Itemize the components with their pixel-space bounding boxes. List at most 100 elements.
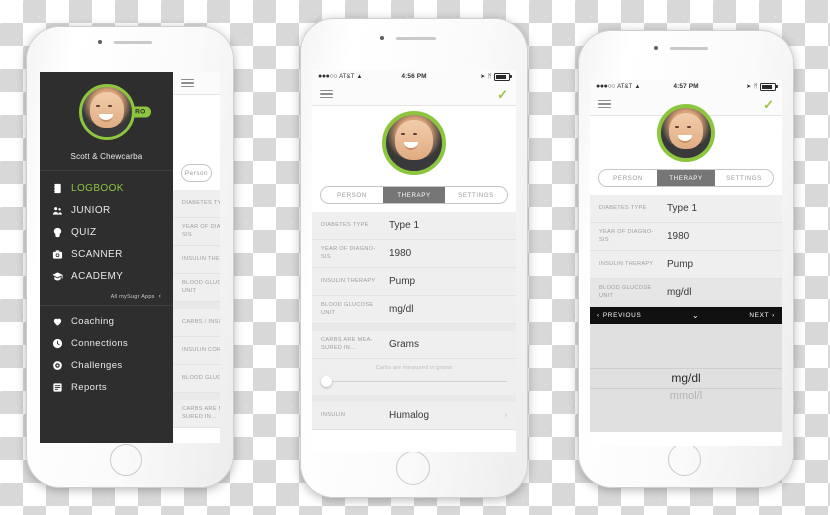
avatar-wrapper[interactable]: PRO — [657, 104, 734, 162]
avatar-face — [669, 113, 703, 149]
sidebar-item-challenges[interactable]: Challenges — [40, 354, 173, 376]
earpiece-speaker — [396, 37, 436, 40]
navigation-drawer: PRO Scott & Chewcarba LOGBOOK JUNIOR QUI… — [40, 72, 173, 443]
phone-1-navbar — [173, 72, 220, 95]
table-row[interactable]: INSULIN THERA — [173, 246, 220, 275]
row-label: YEAR OF DIAGNO-SIS — [182, 224, 220, 238]
sidebar-item-label: LOGBOOK — [71, 182, 124, 194]
table-row[interactable]: DIABETES TYPE Type 1 — [590, 195, 782, 223]
wifi-icon: ▲ — [356, 73, 363, 80]
row-label: BLOOD GLUCOSE UNIT — [599, 285, 652, 299]
sidebar-item-coaching[interactable]: Coaching — [40, 310, 173, 332]
carbs-slider[interactable] — [321, 376, 507, 388]
slider-hint-text: Carbs are measured in grams — [312, 359, 516, 375]
confirm-check-icon[interactable]: ✓ — [497, 88, 508, 101]
home-button[interactable] — [668, 443, 701, 476]
avatar-wrapper[interactable]: PRO — [78, 84, 151, 140]
avatar-wrapper[interactable]: PRO — [382, 110, 465, 175]
sidebar-item-quiz[interactable]: QUIZ — [40, 221, 173, 243]
chevron-down-icon[interactable]: ⌄ — [692, 311, 699, 320]
row-label: CARBS / INSULI — [182, 318, 220, 325]
row-label: DIABETES TYPE — [182, 199, 220, 206]
statusbar-left: ●●●○○ AT&T ▲ — [596, 83, 673, 90]
picker-option-selected[interactable]: mg/dl — [590, 371, 782, 385]
hamburger-icon[interactable] — [320, 89, 333, 99]
table-row[interactable]: INSULIN THERAPY Pump — [312, 268, 516, 297]
academy-icon — [52, 271, 63, 282]
clock-label: 4:56 PM — [401, 73, 427, 80]
row-value: Humalog — [389, 410, 430, 422]
phone-2-statusbar: ●●●○○ AT&T ▲ 4:56 PM ➤ ᛗ — [312, 70, 516, 83]
row-label: INSULIN THERAPY — [599, 260, 654, 267]
sidebar-item-label: SCANNER — [71, 248, 123, 260]
phone-3-statusbar: ●●●○○ AT&T ▲ 4:57 PM ➤ ᛗ — [590, 80, 782, 93]
table-row-carbs[interactable]: CARBS ARE MEA-SURED IN... Grams — [312, 331, 516, 360]
table-row[interactable]: BLOOD GLUCOSE UNIT mg/dl — [312, 296, 516, 325]
bluetooth-icon: ᛗ — [487, 73, 492, 80]
avatar[interactable] — [382, 110, 446, 175]
phone-device-2: ●●●○○ AT&T ▲ 4:56 PM ➤ ᛗ ✓ PRO PERSON TH… — [300, 18, 528, 498]
table-row[interactable]: CARBS / INSULI — [173, 309, 220, 338]
avatar-face — [395, 120, 433, 161]
phone-3-segmented-control[interactable]: PERSON THERAPY SETTINGS — [598, 169, 774, 187]
picker-option[interactable]: mmol/l — [590, 390, 782, 402]
phone-3-profile-hero: PRO — [590, 104, 782, 162]
sidebar-item-label: JUNIOR — [71, 204, 111, 216]
statusbar-right: ➤ ᛗ — [427, 72, 512, 81]
list-separator — [312, 395, 516, 403]
hamburger-icon[interactable] — [598, 99, 611, 109]
phone-1-background-content: Person DIABETES TYPE YEAR OF DIAGNO-SIS … — [173, 72, 220, 443]
sidebar-item-connections[interactable]: Connections — [40, 332, 173, 354]
avatar[interactable] — [657, 104, 715, 162]
tab-person[interactable]: PERSON — [321, 187, 383, 203]
tab-settings[interactable]: SETTINGS — [445, 187, 507, 203]
home-button[interactable] — [396, 451, 430, 485]
row-value: 1980 — [389, 248, 412, 260]
table-row-insulin[interactable]: INSULIN Humalog › — [312, 402, 516, 431]
picker-next-label: NEXT — [749, 312, 770, 320]
table-row-selected[interactable]: BLOOD GLUCOSE UNIT mg/dl — [590, 279, 782, 308]
tab-therapy[interactable]: THERAPY — [383, 187, 445, 203]
home-button[interactable] — [110, 444, 142, 476]
confirm-check-icon[interactable]: ✓ — [763, 98, 774, 111]
sidebar-item-logbook[interactable]: LOGBOOK — [40, 177, 173, 199]
sidebar-item-label: QUIZ — [71, 226, 97, 238]
unit-picker[interactable]: mg/dl mmol/l — [590, 324, 782, 433]
all-apps-link[interactable]: All mySugr Apps ‹ — [40, 289, 173, 306]
table-row[interactable]: INSULIN CORRE — [173, 337, 220, 366]
avatar[interactable] — [78, 84, 135, 140]
connections-icon — [52, 338, 63, 349]
sidebar-item-academy[interactable]: ACADEMY — [40, 265, 173, 287]
chevron-left-icon: ‹ — [158, 293, 161, 300]
phone-3-screen: ●●●○○ AT&T ▲ 4:57 PM ➤ ᛗ ✓ PRO PERSON TH… — [590, 80, 782, 446]
phone-1-settings-list: DIABETES TYPE YEAR OF DIAGNO-SIS INSULIN… — [173, 190, 220, 429]
phone-1-segment-area: Person — [173, 157, 220, 190]
tab-person[interactable]: PERSON — [599, 170, 657, 186]
picker-next-button[interactable]: NEXT › — [749, 312, 775, 319]
table-row[interactable]: BLOOD GLUCO — [173, 365, 220, 394]
tab-person[interactable]: Person — [182, 165, 211, 181]
drawer-menu: LOGBOOK JUNIOR QUIZ SCANNER ACADEMY All … — [40, 171, 173, 398]
table-row[interactable]: DIABETES TYPE Type 1 — [312, 212, 516, 240]
sidebar-item-junior[interactable]: JUNIOR — [40, 199, 173, 221]
table-row[interactable]: YEAR OF DIAGNO-SIS 1980 — [590, 223, 782, 252]
table-row[interactable]: YEAR OF DIAGNO-SIS — [173, 218, 220, 247]
avatar-face — [89, 92, 124, 128]
sidebar-item-reports[interactable]: Reports — [40, 376, 173, 398]
table-row[interactable]: CARBS ARE ME- SURED IN... — [173, 400, 220, 429]
table-row[interactable]: DIABETES TYPE — [173, 190, 220, 218]
table-row[interactable]: INSULIN THERAPY Pump — [590, 251, 782, 280]
phone-1-segmented-control[interactable]: Person — [181, 164, 212, 182]
slider-knob[interactable] — [321, 376, 332, 388]
picker-previous-button[interactable]: ‹ PREVIOUS — [597, 312, 641, 319]
sidebar-item-scanner[interactable]: SCANNER — [40, 243, 173, 265]
phone-2-segmented-control[interactable]: PERSON THERAPY SETTINGS — [320, 186, 508, 204]
tab-settings[interactable]: SETTINGS — [715, 170, 773, 186]
tab-therapy[interactable]: THERAPY — [657, 170, 715, 186]
hamburger-icon[interactable] — [181, 78, 194, 88]
table-row[interactable]: YEAR OF DIAGNO-SIS 1980 — [312, 240, 516, 269]
table-row[interactable]: BLOOD GLUCO UNIT — [173, 274, 220, 303]
chevron-left-icon: ‹ — [597, 312, 600, 320]
picker-toolbar: ‹ PREVIOUS ⌄ NEXT › — [590, 307, 782, 325]
list-separator — [312, 324, 516, 332]
